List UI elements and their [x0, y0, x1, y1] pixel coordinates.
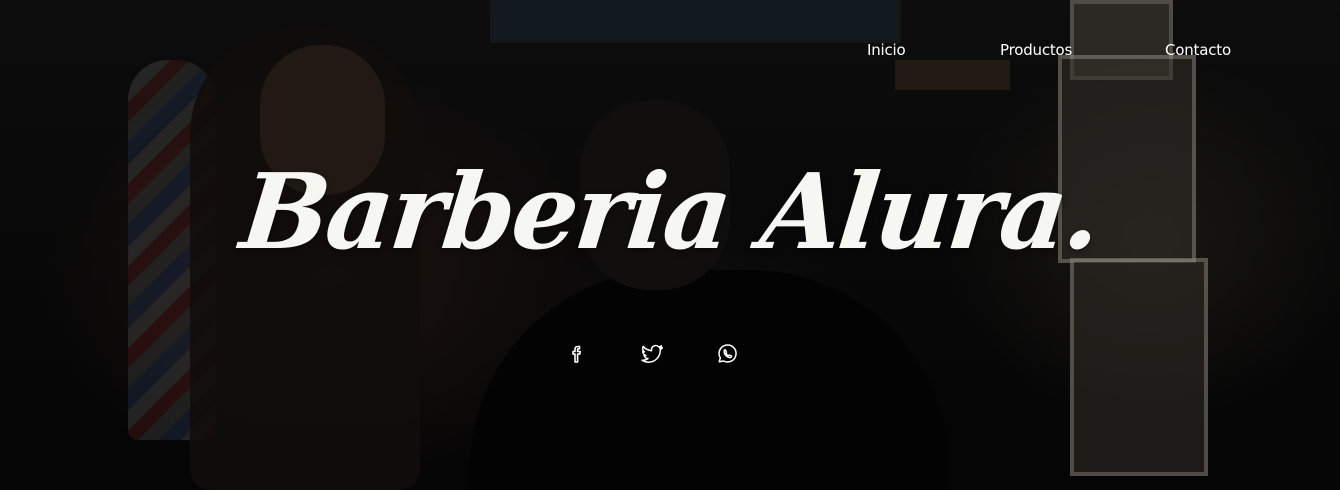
social-links — [0, 342, 1340, 368]
main-nav: Inicio Productos Contacto — [0, 38, 1340, 64]
hero-section: Inicio Productos Contacto Barberia Alura… — [0, 0, 1340, 490]
twitter-icon — [641, 344, 664, 363]
whatsapp-icon — [718, 344, 737, 363]
page-title: Barberia Alura. — [235, 150, 1105, 273]
whatsapp-link[interactable] — [715, 342, 739, 366]
nav-link-productos[interactable]: Productos — [1000, 41, 1072, 59]
facebook-link[interactable] — [565, 342, 589, 366]
nav-link-contacto[interactable]: Contacto — [1165, 41, 1231, 59]
facebook-icon — [572, 345, 581, 363]
twitter-link[interactable] — [640, 342, 664, 366]
nav-link-inicio[interactable]: Inicio — [867, 41, 906, 59]
